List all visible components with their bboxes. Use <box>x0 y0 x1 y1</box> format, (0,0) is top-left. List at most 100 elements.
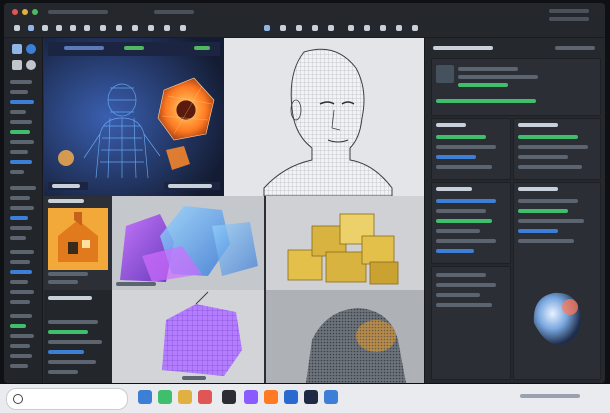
layer-row[interactable] <box>436 229 480 233</box>
tool-icon[interactable] <box>14 25 20 31</box>
property-row[interactable] <box>48 360 96 364</box>
menu-item[interactable] <box>48 10 108 14</box>
tool-icon[interactable] <box>280 25 286 31</box>
layer-row[interactable] <box>436 239 496 243</box>
tool-icon[interactable] <box>264 25 270 31</box>
layer-row[interactable] <box>436 209 486 213</box>
tool-label[interactable] <box>10 80 32 84</box>
move-tool-icon[interactable] <box>12 60 22 70</box>
tool-label[interactable] <box>10 206 34 210</box>
viewport-gold-crates[interactable] <box>266 196 424 290</box>
layer-row[interactable] <box>436 199 496 203</box>
tool-label[interactable] <box>10 314 32 318</box>
tool-label[interactable] <box>10 260 30 264</box>
tool-icon[interactable] <box>148 25 154 31</box>
layer-row[interactable] <box>436 249 474 253</box>
tool-label[interactable] <box>10 120 32 124</box>
history-row[interactable] <box>436 303 492 307</box>
tool-label[interactable] <box>10 196 30 200</box>
taskbar-app-icon[interactable] <box>244 390 258 404</box>
object-row[interactable] <box>518 209 568 213</box>
history-row[interactable] <box>436 273 486 277</box>
setting-row[interactable] <box>436 155 476 159</box>
tool-label[interactable] <box>10 140 34 144</box>
tool-icon[interactable] <box>42 25 48 31</box>
taskbar-app-icon[interactable] <box>178 390 192 404</box>
tool-label[interactable] <box>10 150 28 154</box>
taskbar-app-icon[interactable] <box>198 390 212 404</box>
viewport-purple-wireframe[interactable] <box>112 290 264 383</box>
property-row[interactable] <box>48 350 84 354</box>
material-row[interactable] <box>518 155 568 159</box>
taskbar-app-icon[interactable] <box>304 390 318 404</box>
tool-icon[interactable] <box>312 25 318 31</box>
viewport-purple-blocks[interactable] <box>112 196 264 290</box>
taskbar-app-icon[interactable] <box>264 390 278 404</box>
tool-label[interactable] <box>10 130 30 134</box>
tool-icon[interactable] <box>396 25 402 31</box>
tool-label[interactable] <box>10 344 30 348</box>
taskbar-app-icon[interactable] <box>324 390 338 404</box>
viewport-rock-sculpt[interactable] <box>266 290 424 383</box>
property-row[interactable] <box>48 330 88 334</box>
tool-label[interactable] <box>10 334 34 338</box>
asset-tile[interactable] <box>44 196 112 290</box>
material-row[interactable] <box>518 145 588 149</box>
tool-label[interactable] <box>10 226 32 230</box>
setting-row[interactable] <box>436 145 496 149</box>
tool-label[interactable] <box>10 280 28 284</box>
tool-icon[interactable] <box>84 25 90 31</box>
tool-icon[interactable] <box>328 25 334 31</box>
property-row[interactable] <box>48 370 78 374</box>
tool-label[interactable] <box>10 110 26 114</box>
property-row[interactable] <box>48 340 102 344</box>
tool-label[interactable] <box>10 290 34 294</box>
tool-icon[interactable] <box>56 25 62 31</box>
property-row[interactable] <box>48 320 98 324</box>
tool-label[interactable] <box>10 100 34 104</box>
object-row[interactable] <box>518 219 584 223</box>
search-input[interactable] <box>6 388 128 410</box>
tool-label[interactable] <box>10 90 28 94</box>
history-row[interactable] <box>436 293 480 297</box>
history-row[interactable] <box>436 283 496 287</box>
tool-icon[interactable] <box>70 25 76 31</box>
viewport-hologram[interactable] <box>44 38 224 196</box>
panel-tab[interactable] <box>555 46 595 50</box>
maximize-icon[interactable] <box>32 9 38 15</box>
tool-icon[interactable] <box>364 25 370 31</box>
close-icon[interactable] <box>12 9 18 15</box>
tool-icon[interactable] <box>116 25 122 31</box>
setting-row[interactable] <box>436 165 492 169</box>
tool-icon[interactable] <box>296 25 302 31</box>
sphere-tool-icon[interactable] <box>26 44 36 54</box>
tool-label[interactable] <box>10 300 30 304</box>
tool-label[interactable] <box>10 270 32 274</box>
tool-icon[interactable] <box>348 25 354 31</box>
tool-icon[interactable] <box>180 25 186 31</box>
tool-icon[interactable] <box>132 25 138 31</box>
menu-item[interactable] <box>549 9 589 13</box>
menu-item[interactable] <box>549 17 589 21</box>
tool-icon[interactable] <box>100 25 106 31</box>
tool-label[interactable] <box>10 160 32 164</box>
tool-icon[interactable] <box>28 25 34 31</box>
minimize-icon[interactable] <box>22 9 28 15</box>
taskbar-app-icon[interactable] <box>138 390 152 404</box>
taskbar-app-icon[interactable] <box>284 390 298 404</box>
thumbnail[interactable] <box>436 65 454 83</box>
windows-start-icon[interactable] <box>222 390 236 404</box>
object-row[interactable] <box>518 229 558 233</box>
tool-label[interactable] <box>10 364 28 368</box>
material-row[interactable] <box>518 165 582 169</box>
object-row[interactable] <box>518 199 578 203</box>
tool-label[interactable] <box>10 170 24 174</box>
viewport-head-wireframe[interactable] <box>224 38 424 196</box>
layer-row[interactable] <box>436 219 492 223</box>
tool-label[interactable] <box>10 250 34 254</box>
setting-row[interactable] <box>436 135 486 139</box>
tool-label[interactable] <box>10 354 32 358</box>
tool-label[interactable] <box>10 324 26 328</box>
object-row[interactable] <box>518 239 574 243</box>
tool-icon[interactable] <box>412 25 418 31</box>
